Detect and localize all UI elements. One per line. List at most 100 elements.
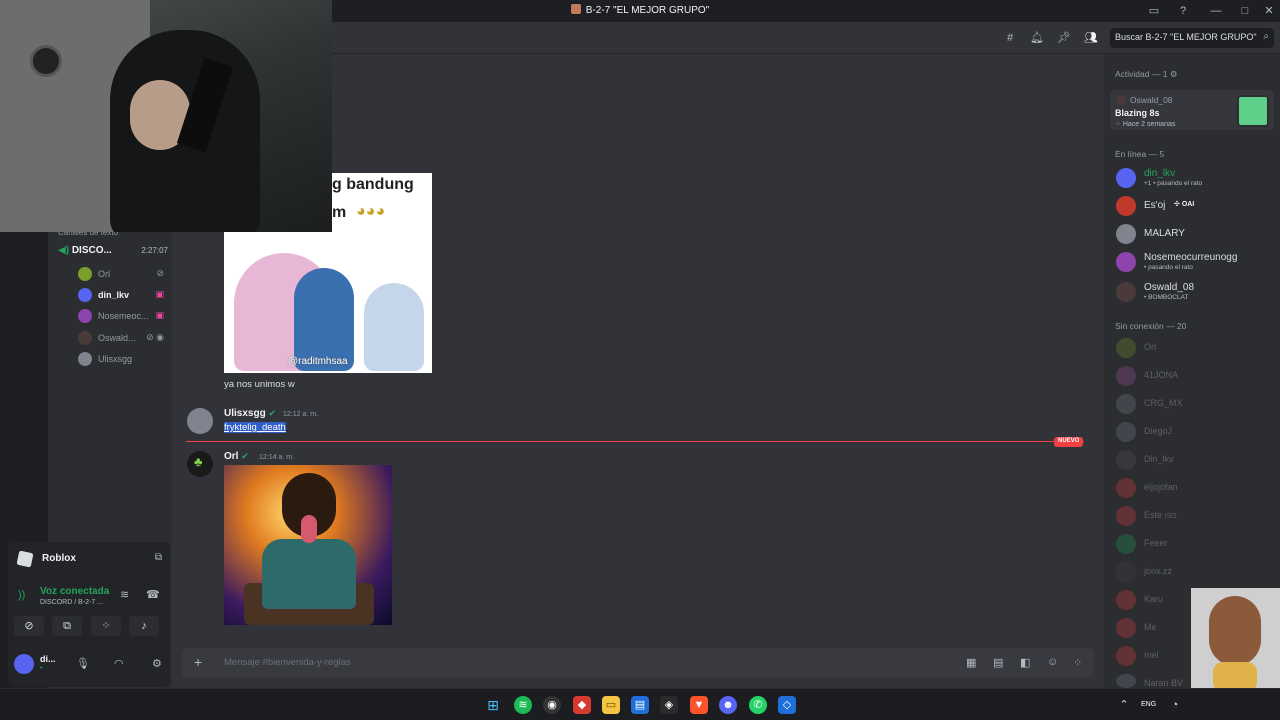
app-icon[interactable]: ◆ xyxy=(573,696,591,714)
noise-icon[interactable]: ≋ xyxy=(120,588,129,601)
activity-section-title: Actividad — 1 ⚙ xyxy=(1115,69,1178,79)
webcam-overlay xyxy=(0,0,332,232)
wifi-icon[interactable]: ◔ xyxy=(1166,696,1184,714)
avatar[interactable] xyxy=(187,408,213,434)
verified-icon: ✔ xyxy=(241,451,249,461)
voice-user[interactable]: Ulisxsgg xyxy=(78,351,168,367)
member-row[interactable]: MALARY xyxy=(1114,222,1274,246)
apps-icon[interactable]: ⁘ xyxy=(1073,656,1082,669)
soundboard-button[interactable]: ♪ xyxy=(129,616,159,636)
headphones-icon[interactable]: ◠ xyxy=(114,657,124,670)
tongue-figure xyxy=(301,515,317,543)
member-row[interactable]: Oswald_08 • BOMBOCLAT xyxy=(1114,280,1274,304)
maximize-icon[interactable]: □ xyxy=(1237,3,1253,19)
member-row[interactable]: Es'oj ✣ OAI xyxy=(1114,194,1274,218)
gif-icon[interactable]: ▤ xyxy=(993,656,1003,669)
avatar xyxy=(1116,618,1136,638)
member-row[interactable]: din_lkv +1 • pasando el rato xyxy=(1114,166,1274,190)
spotify-icon[interactable]: ≋ xyxy=(514,696,532,714)
voice-channel[interactable]: ◀) DISCO... 2:27:07 xyxy=(58,245,168,259)
anime-girl-figure xyxy=(364,283,424,371)
server-tag: ✣ OAI xyxy=(1174,201,1195,208)
reaction-overlay xyxy=(1191,588,1280,698)
language-indicator[interactable]: ENG xyxy=(1141,701,1156,708)
member-row[interactable]: DiegoJ xyxy=(1114,420,1274,444)
whatsapp-icon[interactable]: ✆ xyxy=(749,696,767,714)
roblox-taskbar-icon[interactable]: ◇ xyxy=(778,696,796,714)
file-explorer-icon[interactable]: ▭ xyxy=(602,696,620,714)
meme-image-space[interactable] xyxy=(224,465,392,625)
online-section-title: En línea — 5 xyxy=(1115,149,1165,159)
emoji-icon[interactable]: ☺ xyxy=(1047,656,1058,668)
close-icon[interactable]: ✕ xyxy=(1261,3,1277,19)
avatar xyxy=(1116,450,1136,470)
member-row[interactable]: eljojofan xyxy=(1114,476,1274,500)
microphone-icon[interactable]: 🎙︎ xyxy=(76,657,90,670)
windows-taskbar: ⊞ ≋ ◉ ◆ ▭ ▤ ◈ ▼ ☻ ✆ ◇ ⌃ ENG ◔ xyxy=(0,688,1280,720)
search-input[interactable]: Buscar B-2-7 "EL MEJOR GRUPO" ⌕ xyxy=(1110,28,1274,48)
activity-row[interactable]: Roblox ⧉ xyxy=(16,550,162,568)
member-row[interactable]: Feeer xyxy=(1114,532,1274,556)
plus-icon[interactable]: + xyxy=(194,654,202,670)
voice-user[interactable]: din_lkv ▣ xyxy=(78,287,168,303)
server-icon xyxy=(570,4,581,14)
voice-location: DISCORD / B-2-7 ... xyxy=(40,599,104,606)
threads-icon[interactable]: # xyxy=(1003,31,1017,45)
member-row[interactable]: Nosemeocurreunogg • pasando el rato xyxy=(1114,250,1274,274)
activities-button[interactable]: ⁘ xyxy=(91,616,121,636)
windows-start-icon[interactable]: ⊞ xyxy=(484,696,502,714)
member-row[interactable]: Este ISO xyxy=(1114,504,1274,528)
member-row[interactable]: Orl xyxy=(1114,336,1274,360)
help-icon[interactable]: ? xyxy=(1175,3,1191,19)
member-row[interactable]: jonx.zz xyxy=(1114,560,1274,584)
inbox-icon[interactable]: ▭ xyxy=(1146,3,1162,19)
discord-taskbar-icon[interactable]: ☻ xyxy=(719,696,737,714)
settings-icon[interactable]: ⚙ xyxy=(152,657,162,670)
voice-user[interactable]: Oswald... ⊘ ◉ xyxy=(78,330,168,346)
screen-share-icon[interactable]: ⧉ xyxy=(155,552,162,563)
avatar xyxy=(1116,422,1136,442)
member-row[interactable]: Din_lkv xyxy=(1114,448,1274,472)
voice-status[interactable]: Voz conectada xyxy=(40,586,109,597)
obs-icon[interactable]: ◉ xyxy=(543,696,561,714)
muted-icon: ⊘ xyxy=(156,268,164,278)
reaction-face xyxy=(1209,596,1261,666)
member-row[interactable]: 41JONA xyxy=(1114,364,1274,388)
game-thumbnail[interactable] xyxy=(1237,95,1269,127)
message-text: ya nos unimos w xyxy=(224,379,295,390)
avatar xyxy=(1116,394,1136,414)
gear-icon[interactable]: ⚙ xyxy=(1170,69,1178,79)
verified-icon: ✔ xyxy=(268,408,277,418)
avatar[interactable]: ♣ xyxy=(187,451,213,477)
voice-user[interactable]: Nosemeoc... ▣ xyxy=(78,308,168,324)
avatar xyxy=(1116,95,1126,105)
camera-off-button[interactable]: ⊘ xyxy=(14,616,44,636)
brave-icon[interactable]: ▼ xyxy=(690,696,708,714)
gift-icon[interactable]: ▦ xyxy=(966,656,976,669)
message-text[interactable]: fryktelig_death xyxy=(224,422,286,433)
tray-chevron-icon[interactable]: ⌃ xyxy=(1115,696,1133,714)
disconnect-icon[interactable]: ☎ xyxy=(146,588,160,601)
account-row[interactable]: di... • 🎙︎ ◠ ⚙ xyxy=(14,652,166,676)
members-icon[interactable]: 👥︎ xyxy=(1084,31,1098,45)
minimize-icon[interactable]: — xyxy=(1208,3,1224,19)
editor-icon[interactable]: ▤ xyxy=(631,696,649,714)
sticker-icon[interactable]: ◧ xyxy=(1020,656,1030,669)
bell-icon[interactable]: 🔔︎ xyxy=(1030,31,1044,45)
message-composer[interactable]: + Mensaje #bienvenida-y-reglas ▦ ▤ ◧ ☺ ⁘ xyxy=(182,648,1094,678)
avatar xyxy=(1116,506,1136,526)
screen-share-button[interactable]: ⧉ xyxy=(52,616,82,636)
avatar xyxy=(1116,534,1136,554)
voice-user[interactable]: Orl ⊘ xyxy=(78,266,168,282)
davinci-icon[interactable]: ◈ xyxy=(660,696,678,714)
avatar xyxy=(1116,196,1136,216)
member-row[interactable]: CRG_MX xyxy=(1114,392,1274,416)
activity-time: ⁘ Hace 2 semanas xyxy=(1115,121,1176,128)
avatar xyxy=(1116,366,1136,386)
pin-icon[interactable]: 📌︎ xyxy=(1057,31,1071,45)
message-timestamp: 12:12 a. m. xyxy=(283,411,319,418)
message-author[interactable]: Orl ✔ xyxy=(224,451,249,462)
offline-section-title: Sin conexión — 20 xyxy=(1115,321,1187,331)
message-author[interactable]: Ulisxsgg ✔ xyxy=(224,408,276,419)
search-icon: ⌕ xyxy=(1263,31,1269,42)
